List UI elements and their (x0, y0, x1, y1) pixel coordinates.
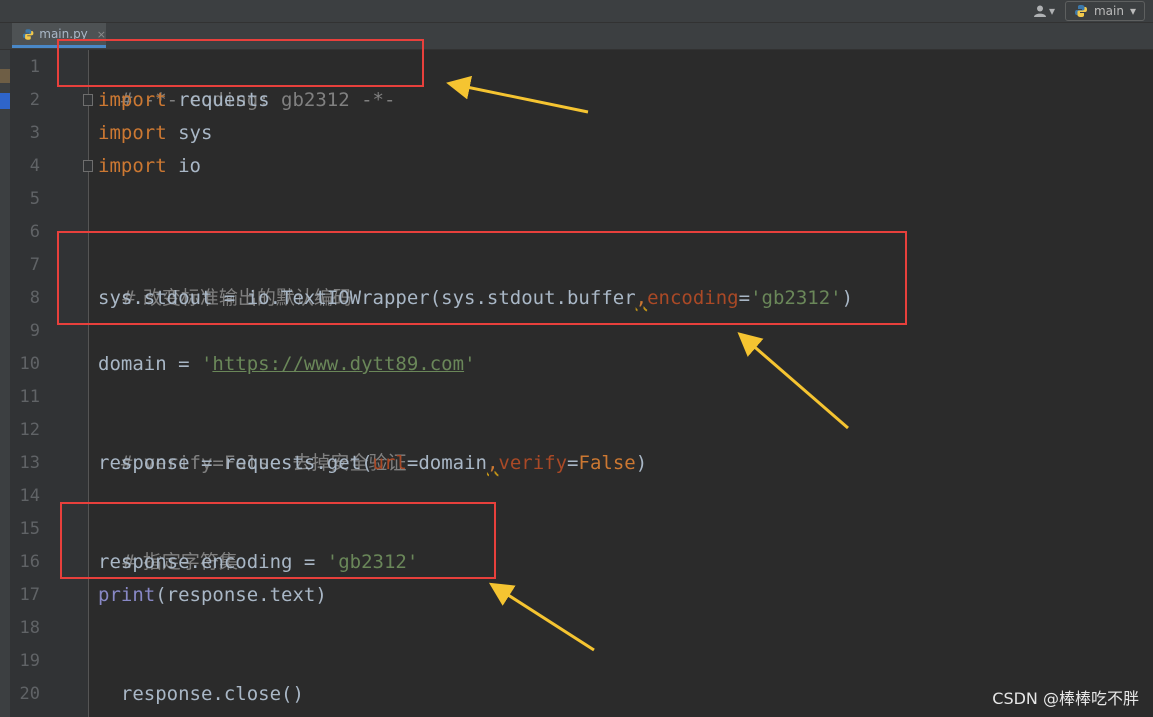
arrow-icon (737, 332, 849, 430)
arrow-icon (488, 582, 595, 652)
watermark: CSDN @棒棒吃不胖 (992, 689, 1139, 708)
annotation-arrows (446, 75, 849, 652)
arrow-icon (446, 75, 589, 114)
